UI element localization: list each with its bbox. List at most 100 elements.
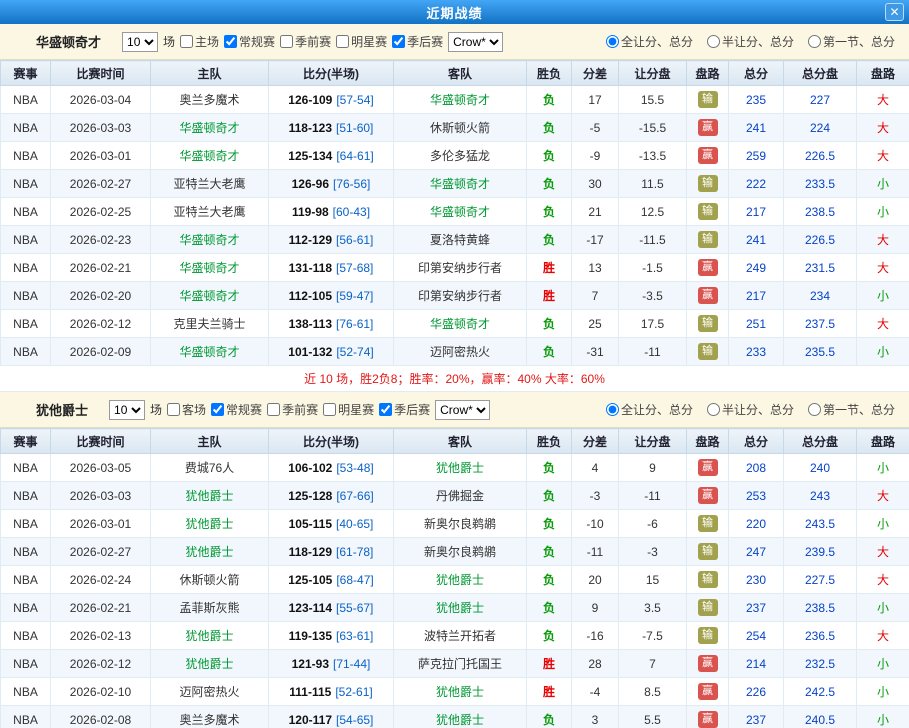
score-mode-radio[interactable]: 第一节、总分 xyxy=(808,33,895,50)
filter-bar: 华盛顿奇才10场主场常规赛季前赛明星赛季后赛Crow*全让分、总分半让分、总分第… xyxy=(0,24,909,60)
score-cell: 138-113[76-61] xyxy=(269,310,394,338)
odds-company-select[interactable]: Crow* xyxy=(435,400,490,420)
checkbox-label: 季后赛 xyxy=(407,33,443,50)
total-points-cell: 249 xyxy=(729,254,784,282)
score-cell: 120-117[54-65] xyxy=(269,706,394,728)
game-row: NBA2026-02-12克里夫兰骑士138-113[76-61]华盛顿奇才负2… xyxy=(1,310,909,338)
column-header: 赛事 xyxy=(1,429,51,454)
checkbox-input[interactable] xyxy=(280,35,293,48)
checkbox-label: 季前赛 xyxy=(295,33,331,50)
filter-checkbox[interactable]: 明星赛 xyxy=(336,33,387,50)
games-count-select[interactable]: 10 xyxy=(122,32,158,52)
point-diff-cell: -4 xyxy=(572,678,619,706)
home-team-cell: 亚特兰大老鹰 xyxy=(151,198,269,226)
final-score: 138-113 xyxy=(289,317,332,331)
handicap-result-badge: 输 xyxy=(698,599,718,616)
dialog-titlebar: 近期战绩 ✕ xyxy=(0,0,909,24)
game-row: NBA2026-03-03犹他爵士125-128[67-66]丹佛掘金负-3-1… xyxy=(1,482,909,510)
handicap-result-cell: 赢 xyxy=(687,706,729,728)
checkbox-input[interactable] xyxy=(167,403,180,416)
score-cell: 119-135[63-61] xyxy=(269,622,394,650)
date-cell: 2026-03-03 xyxy=(51,114,151,142)
final-score: 123-114 xyxy=(289,601,332,615)
final-score: 126-109 xyxy=(288,93,332,107)
column-header: 总分 xyxy=(729,429,784,454)
filter-checkbox[interactable]: 季后赛 xyxy=(392,33,443,50)
game-row: NBA2026-02-08奥兰多魔术120-117[54-65]犹他爵士负35.… xyxy=(1,706,909,728)
win-loss-cell: 负 xyxy=(527,338,572,366)
halftime-score: [52-61] xyxy=(335,685,372,699)
checkbox-input[interactable] xyxy=(323,403,336,416)
filter-checkbox[interactable]: 客场 xyxy=(167,401,206,418)
score-mode-radio[interactable]: 全让分、总分 xyxy=(606,401,693,418)
score-mode-radio[interactable]: 半让分、总分 xyxy=(707,33,794,50)
checkbox-input[interactable] xyxy=(379,403,392,416)
home-team-cell: 休斯顿火箭 xyxy=(151,566,269,594)
column-header: 比赛时间 xyxy=(51,61,151,86)
score-cell: 125-134[64-61] xyxy=(269,142,394,170)
checkbox-input[interactable] xyxy=(224,35,237,48)
final-score: 106-102 xyxy=(288,461,332,475)
close-icon[interactable]: ✕ xyxy=(885,3,904,21)
score-cell: 119-98[60-43] xyxy=(269,198,394,226)
column-header: 胜负 xyxy=(527,429,572,454)
checkbox-input[interactable] xyxy=(267,403,280,416)
home-team-cell: 亚特兰大老鹰 xyxy=(151,170,269,198)
filter-checkbox[interactable]: 明星赛 xyxy=(323,401,374,418)
handicap-cell: 3.5 xyxy=(619,594,687,622)
filter-checkbox[interactable]: 季前赛 xyxy=(267,401,318,418)
checkbox-input[interactable] xyxy=(180,35,193,48)
win-loss-cell: 负 xyxy=(527,538,572,566)
score-mode-radio[interactable]: 半让分、总分 xyxy=(707,401,794,418)
radio-input[interactable] xyxy=(808,35,821,48)
final-score: 120-117 xyxy=(289,713,332,727)
radio-input[interactable] xyxy=(707,403,720,416)
checkbox-input[interactable] xyxy=(211,403,224,416)
odds-company-select[interactable]: Crow* xyxy=(448,32,503,52)
filter-checkbox[interactable]: 常规赛 xyxy=(224,33,275,50)
league-cell: NBA xyxy=(1,594,51,622)
handicap-result-cell: 赢 xyxy=(687,650,729,678)
date-cell: 2026-02-20 xyxy=(51,282,151,310)
total-line-cell: 233.5 xyxy=(784,170,857,198)
filter-checkbox[interactable]: 主场 xyxy=(180,33,219,50)
win-loss-cell: 负 xyxy=(527,114,572,142)
column-header: 比分(半场) xyxy=(269,61,394,86)
total-points-cell: 237 xyxy=(729,594,784,622)
over-under-cell: 大 xyxy=(857,538,909,566)
radio-input[interactable] xyxy=(606,35,619,48)
radio-label: 半让分、总分 xyxy=(722,33,794,50)
filter-checkbox[interactable]: 常规赛 xyxy=(211,401,262,418)
home-team-cell: 犹他爵士 xyxy=(151,482,269,510)
column-header: 盘路 xyxy=(687,61,729,86)
date-cell: 2026-02-13 xyxy=(51,622,151,650)
checkbox-input[interactable] xyxy=(336,35,349,48)
score-cell: 125-105[68-47] xyxy=(269,566,394,594)
radio-input[interactable] xyxy=(808,403,821,416)
handicap-result-cell: 输 xyxy=(687,86,729,114)
handicap-result-cell: 输 xyxy=(687,338,729,366)
handicap-result-badge: 输 xyxy=(698,571,718,588)
column-header: 让分盘 xyxy=(619,61,687,86)
win-loss-cell: 负 xyxy=(527,454,572,482)
score-cell: 131-118[57-68] xyxy=(269,254,394,282)
handicap-cell: -11 xyxy=(619,338,687,366)
handicap-cell: -1.5 xyxy=(619,254,687,282)
date-cell: 2026-03-05 xyxy=(51,454,151,482)
score-mode-radio[interactable]: 全让分、总分 xyxy=(606,33,693,50)
game-row: NBA2026-02-27亚特兰大老鹰126-96[76-56]华盛顿奇才负30… xyxy=(1,170,909,198)
handicap-result-cell: 输 xyxy=(687,594,729,622)
filter-checkbox[interactable]: 季前赛 xyxy=(280,33,331,50)
games-count-select[interactable]: 10 xyxy=(109,400,145,420)
handicap-result-badge: 输 xyxy=(698,543,718,560)
handicap-result-cell: 输 xyxy=(687,538,729,566)
checkbox-input[interactable] xyxy=(392,35,405,48)
point-diff-cell: 13 xyxy=(572,254,619,282)
radio-input[interactable] xyxy=(707,35,720,48)
league-cell: NBA xyxy=(1,650,51,678)
handicap-cell: -6 xyxy=(619,510,687,538)
handicap-result-badge: 赢 xyxy=(698,119,718,136)
filter-checkbox[interactable]: 季后赛 xyxy=(379,401,430,418)
radio-input[interactable] xyxy=(606,403,619,416)
score-mode-radio[interactable]: 第一节、总分 xyxy=(808,401,895,418)
